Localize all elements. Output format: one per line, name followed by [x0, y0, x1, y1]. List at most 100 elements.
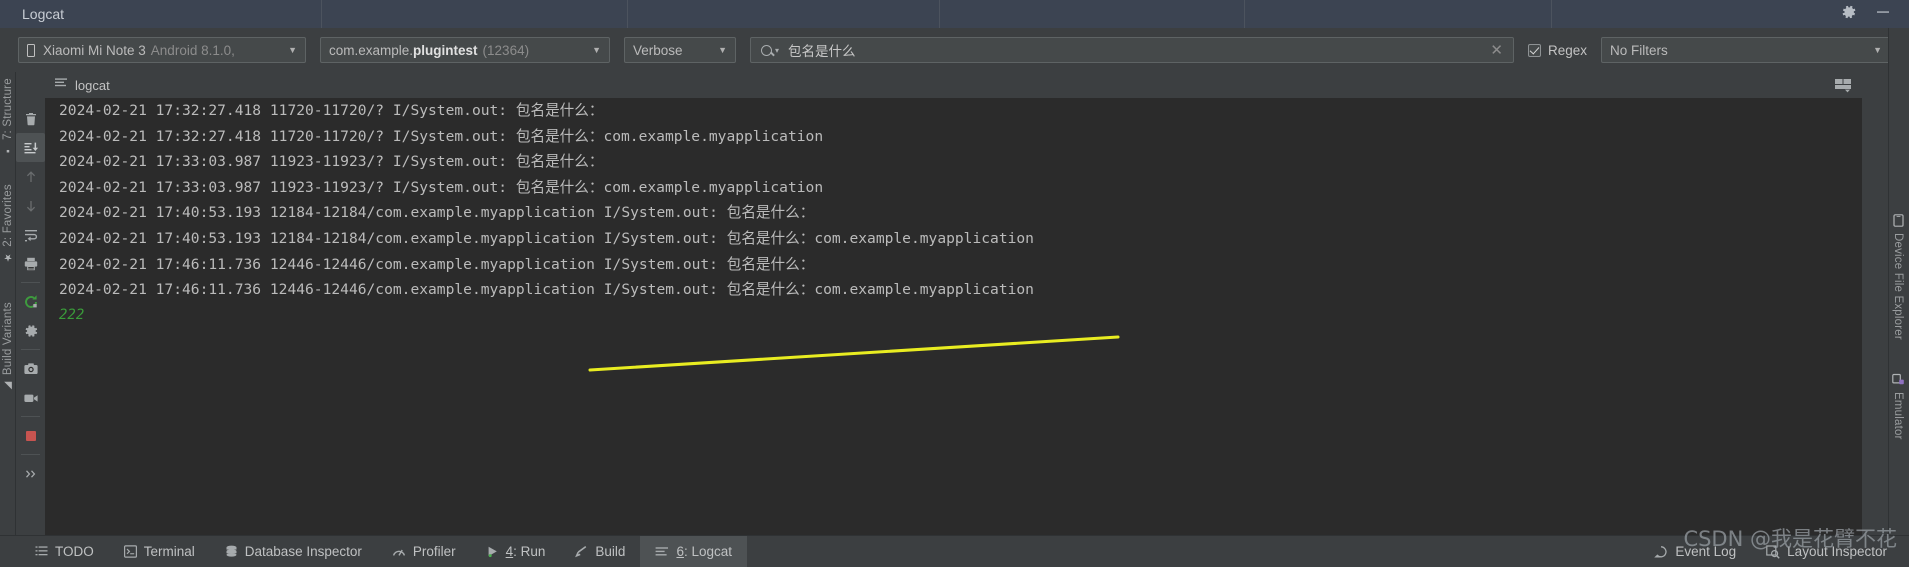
chevron-down-icon: ▼ [592, 45, 601, 55]
sidebar-item-build-variants[interactable]: ◣ Build Variants [0, 302, 16, 391]
process-prefix: com.example. [329, 42, 414, 58]
sidebar-label-emulator: Emulator [1892, 392, 1904, 440]
right-tool-rail: Device File Explorer Emulator [1888, 28, 1909, 535]
titlebar-segment [322, 0, 628, 28]
status-item-terminal[interactable]: Terminal [109, 536, 210, 567]
status-item-logcat[interactable]: 6: Logcat [640, 535, 748, 567]
sidebar-item-device-file-explorer[interactable]: Device File Explorer [1889, 214, 1907, 340]
chevron-down-icon: ▼ [718, 45, 727, 55]
filters-selector[interactable]: No Filters ▼ [1601, 37, 1891, 63]
structure-icon: ▪ [2, 144, 14, 157]
minimize-icon[interactable] [1875, 4, 1891, 24]
log-line: 2024-02-21 17:33:03.987 11923-11923/? I/… [59, 178, 824, 196]
restart-icon[interactable] [16, 287, 45, 316]
status-item-todo[interactable]: TODO [20, 536, 109, 567]
toolbar-divider [21, 349, 40, 350]
regex-checkbox[interactable] [1527, 43, 1541, 57]
search-input[interactable]: ▾ 包名是什么 ✕ [750, 37, 1514, 63]
status-item-profiler[interactable]: Profiler [377, 536, 471, 567]
sidebar-label-structure: 7: Structure [2, 78, 14, 140]
device-name: Xiaomi Mi Note 3 [43, 42, 146, 58]
logcat-action-toolbar [16, 98, 45, 535]
log-level-selector[interactable]: Verbose ▼ [624, 37, 736, 63]
status-item-layout-inspector[interactable]: Layout Inspector [1751, 536, 1909, 567]
settings-icon[interactable] [16, 316, 45, 345]
status-label-event-log: Event Log [1675, 544, 1737, 559]
left-tool-rail: ▪ 7: Structure ★ 2: Favorites ◣ Build Va… [0, 72, 16, 535]
status-item-run[interactable]: 4: Run [471, 536, 561, 567]
gear-icon[interactable] [1841, 4, 1857, 24]
titlebar-spacer [1552, 0, 1841, 28]
log-line: 2024-02-21 17:46:11.736 12446-12446/com.… [59, 281, 1034, 299]
toolbar-divider [21, 416, 40, 417]
logcat-console[interactable]: 2024-02-21 17:32:27.418 11720-11720/? I/… [45, 98, 1862, 535]
status-item-event-log[interactable]: Event Log [1639, 536, 1751, 567]
event-log-icon [1654, 545, 1668, 559]
toolbar-divider [21, 282, 40, 283]
log-line: 2024-02-21 17:33:03.987 11923-11923/? I/… [59, 153, 604, 171]
layout-settings-icon[interactable] [1834, 78, 1862, 93]
database-icon [225, 545, 238, 558]
log-line: 2024-02-21 17:32:27.418 11720-11720/? I/… [59, 127, 824, 145]
titlebar-segment [1245, 0, 1552, 28]
sidebar-item-favorites[interactable]: ★ 2: Favorites [0, 184, 16, 263]
sidebar-item-emulator[interactable]: Emulator [1889, 373, 1907, 440]
log-level-value: Verbose [633, 42, 683, 58]
logcat-icon [655, 545, 669, 558]
window-title-bar: Logcat [0, 0, 1909, 28]
regex-label: Regex [1547, 42, 1587, 58]
toolbar-divider [21, 454, 40, 455]
logcat-tab-label: logcat [75, 77, 110, 93]
scroll-to-end-icon[interactable] [16, 133, 45, 162]
status-label-logcat: 6: Logcat [676, 544, 733, 559]
status-label-terminal: Terminal [143, 544, 195, 559]
titlebar-segment [940, 0, 1245, 28]
phone-icon [27, 43, 35, 57]
status-item-build[interactable]: Build [560, 536, 640, 567]
clear-logcat-icon[interactable] [16, 104, 45, 133]
sidebar-label-device-file-explorer: Device File Explorer [1892, 233, 1904, 340]
status-item-database-inspector[interactable]: Database Inspector [210, 536, 377, 567]
sidebar-item-structure[interactable]: ▪ 7: Structure [0, 78, 16, 156]
bottom-status-bar: TODO Terminal Database Inspector Profile… [0, 535, 1909, 567]
log-line: 222 [59, 306, 85, 323]
android-studio-logcat-window: Logcat Xiaomi Mi Note 3 Android 8.1.0, ▼ [0, 0, 1909, 567]
process-name: plugintest [413, 42, 478, 58]
logcat-filter-toolbar: Xiaomi Mi Note 3 Android 8.1.0, ▼ com.ex… [0, 28, 1909, 72]
log-line: 2024-02-21 17:40:53.193 12184-12184/com.… [59, 229, 1034, 247]
search-history-icon[interactable]: ▾ [775, 46, 779, 55]
status-label-layout-inspector: Layout Inspector [1787, 544, 1887, 559]
print-icon[interactable] [16, 249, 45, 278]
status-label-profiler: Profiler [412, 544, 456, 559]
process-pid: (12364) [482, 42, 530, 58]
window-title: Logcat [0, 0, 322, 28]
stop-icon[interactable] [16, 421, 45, 450]
star-icon: ★ [2, 251, 14, 263]
device-selector[interactable]: Xiaomi Mi Note 3 Android 8.1.0, ▼ [18, 37, 306, 63]
regex-toggle[interactable]: Regex [1527, 42, 1587, 58]
process-selector[interactable]: com.example. plugintest (12364) ▼ [320, 37, 610, 63]
log-line: 2024-02-21 17:32:27.418 11720-11720/? I/… [59, 102, 604, 119]
run-icon [486, 545, 499, 558]
status-label-database-inspector: Database Inspector [244, 544, 362, 559]
layout-inspector-icon [1766, 544, 1780, 559]
more-icon[interactable] [16, 459, 45, 488]
soft-wrap-icon[interactable] [16, 220, 45, 249]
search-icon [761, 44, 772, 56]
status-bar-lead [0, 536, 20, 567]
sidebar-label-build-variants: Build Variants [2, 302, 14, 375]
chevron-down-icon: ▼ [288, 45, 297, 55]
logcat-tab-header: logcat [45, 72, 1862, 98]
profiler-icon [392, 545, 406, 558]
previous-occurrence-icon[interactable] [16, 162, 45, 191]
device-detail: Android 8.1.0, [150, 42, 235, 58]
status-label-todo: TODO [55, 544, 94, 559]
todo-icon [35, 545, 48, 558]
emulator-icon [1891, 373, 1905, 386]
next-occurrence-icon[interactable] [16, 191, 45, 220]
screenshot-icon[interactable] [16, 354, 45, 383]
clear-icon[interactable]: ✕ [1490, 41, 1503, 59]
chevron-down-icon: ▼ [1873, 45, 1882, 55]
terminal-icon [123, 545, 137, 558]
screen-record-icon[interactable] [16, 383, 45, 412]
